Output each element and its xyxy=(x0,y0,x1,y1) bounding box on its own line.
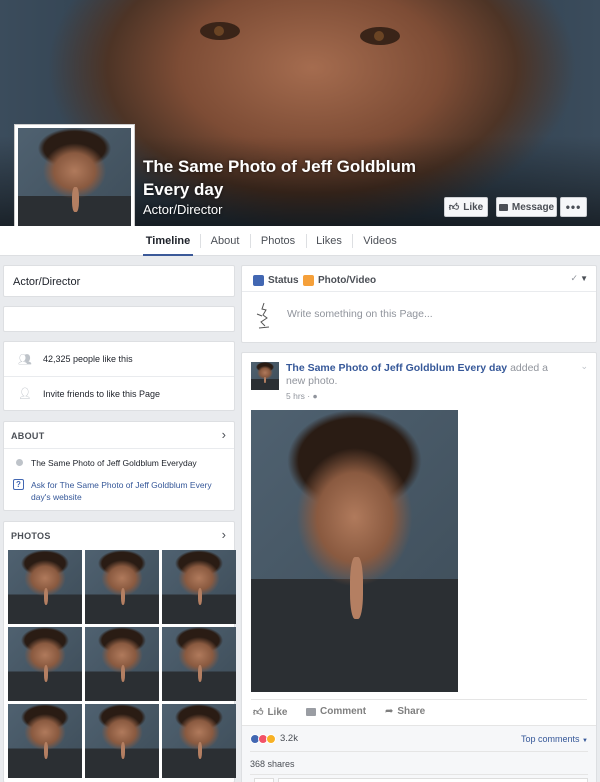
likes-count: 42,325 people like this xyxy=(43,354,133,364)
message-icon xyxy=(498,203,508,211)
invite-friends-link[interactable]: Invite friends to like this Page xyxy=(43,389,160,399)
post-like-button[interactable]: 👍︎ Like xyxy=(253,706,288,719)
card-divider xyxy=(4,448,234,449)
more-options-button[interactable]: ••• xyxy=(560,197,587,217)
wow-reaction-icon xyxy=(266,733,276,744)
comment-input[interactable] xyxy=(278,778,588,782)
page-avatar-sketch-icon xyxy=(253,300,275,330)
like-page-button[interactable]: 👍︎ Like xyxy=(444,197,488,217)
photos-heading[interactable]: PHOTOS xyxy=(11,531,51,541)
comment-avatar xyxy=(254,778,274,782)
post-divider xyxy=(251,699,587,700)
nav-divider xyxy=(200,234,201,248)
photo-thumbnail[interactable] xyxy=(162,550,236,624)
composer-input[interactable]: Write something on this Page... xyxy=(287,308,433,320)
reactions-divider xyxy=(250,751,588,752)
photo-thumbnail[interactable] xyxy=(85,704,159,778)
post-photo[interactable] xyxy=(251,410,458,692)
photo-thumbnail[interactable] xyxy=(162,627,236,701)
post-author-link[interactable]: The Same Photo of Jeff Goldblum Every da… xyxy=(286,362,507,374)
globe-icon: ● xyxy=(312,391,318,401)
about-description: The Same Photo of Jeff Goldblum Everyday xyxy=(31,458,197,468)
post-card: The Same Photo of Jeff Goldblum Every da… xyxy=(241,352,597,782)
category-label: Actor/Director xyxy=(13,276,81,288)
cover-eye-left xyxy=(200,22,240,40)
chevron-right-icon[interactable]: › xyxy=(222,527,226,542)
top-comments-dropdown[interactable]: Top comments ▼ xyxy=(521,734,588,744)
post-author-avatar[interactable] xyxy=(251,362,279,390)
shares-count[interactable]: 368 shares xyxy=(250,759,295,769)
status-tab-label: Status xyxy=(268,275,299,286)
avatar-photo xyxy=(251,362,279,390)
photo-thumbnail[interactable] xyxy=(85,627,159,701)
category-card: Actor/Director xyxy=(3,265,235,297)
community-card: 👥︎ 42,325 people like this 👤︎ Invite fri… xyxy=(3,341,235,411)
post-options-chevron-icon[interactable]: ⌄ xyxy=(580,361,588,372)
question-icon: ? xyxy=(13,479,24,490)
share-arrow-icon: ➦ xyxy=(385,706,394,717)
post-time: 5 hrs xyxy=(286,391,305,401)
status-tab[interactable]: Status xyxy=(253,275,299,286)
empty-card xyxy=(3,306,235,332)
pencil-icon xyxy=(253,275,264,286)
photo-thumbnail[interactable] xyxy=(8,704,82,778)
page-title[interactable]: The Same Photo of Jeff Goldblum Every da… xyxy=(143,155,443,201)
thumbs-up-icon: 👍︎ xyxy=(448,202,460,213)
message-button[interactable]: Message xyxy=(496,197,557,217)
photo-thumbnail[interactable] xyxy=(85,550,159,624)
tab-videos[interactable]: Videos xyxy=(359,226,401,256)
reactions-count: 3.2k xyxy=(280,733,298,744)
tab-about[interactable]: About xyxy=(207,226,243,256)
caret-down-icon: ▼ xyxy=(582,738,588,744)
like-label: Like xyxy=(267,706,288,718)
profile-photo xyxy=(18,128,131,241)
photos-card: PHOTOS › xyxy=(3,521,237,782)
nav-divider xyxy=(250,234,251,248)
more-dots-icon: ••• xyxy=(565,200,582,214)
composer-card: Status Photo/Video ✓ ▼ Write something o… xyxy=(241,265,597,343)
nav-divider xyxy=(306,234,307,248)
post-comment-button[interactable]: Comment xyxy=(306,706,366,717)
tab-photos[interactable]: Photos xyxy=(257,226,299,256)
reactions-area: 3.2k Top comments ▼ 368 shares xyxy=(242,725,596,782)
share-label: Share xyxy=(397,706,426,717)
photo-video-tab-label: Photo/Video xyxy=(318,275,377,286)
add-person-icon: 👤︎ xyxy=(18,388,32,400)
comment-icon xyxy=(306,707,316,716)
reactions-summary[interactable]: 3.2k xyxy=(250,733,298,744)
like-button-label: Like xyxy=(463,201,484,213)
row-divider xyxy=(4,376,234,377)
info-icon xyxy=(16,459,23,466)
post-share-button[interactable]: ➦ Share xyxy=(385,706,425,717)
page-category: Actor/Director xyxy=(143,202,223,217)
nav-divider xyxy=(352,234,353,248)
photo-thumbnail[interactable] xyxy=(8,627,82,701)
caret-down-icon[interactable]: ▼ xyxy=(580,274,588,283)
comment-label: Comment xyxy=(320,706,367,717)
post-header: The Same Photo of Jeff Goldblum Every da… xyxy=(286,362,566,388)
people-icon: 👥︎ xyxy=(18,354,32,366)
top-comments-label: Top comments xyxy=(521,734,580,744)
chevron-right-icon[interactable]: › xyxy=(222,427,226,442)
photos-grid xyxy=(8,550,237,778)
composer-divider xyxy=(242,291,596,292)
about-card: ABOUT › The Same Photo of Jeff Goldblum … xyxy=(3,421,235,511)
ask-website-link[interactable]: Ask for The Same Photo of Jeff Goldblum … xyxy=(31,479,226,503)
post-timestamp[interactable]: 5 hrs · ● xyxy=(286,391,318,401)
thumbs-up-icon: 👍︎ xyxy=(253,707,264,718)
about-heading[interactable]: ABOUT xyxy=(11,431,45,441)
photo-thumbnail[interactable] xyxy=(8,550,82,624)
photo-video-tab[interactable]: Photo/Video xyxy=(303,275,376,286)
tab-likes[interactable]: Likes xyxy=(313,226,345,256)
message-button-label: Message xyxy=(511,201,555,213)
page-nav: Timeline About Photos Likes Videos xyxy=(0,226,600,256)
cover-eye-right xyxy=(360,27,400,45)
tab-timeline[interactable]: Timeline xyxy=(143,226,193,256)
photo-thumbnail[interactable] xyxy=(162,704,236,778)
composer-options-icon[interactable]: ✓ xyxy=(570,273,578,284)
comment-divider xyxy=(250,774,588,775)
photo-icon xyxy=(303,275,314,286)
